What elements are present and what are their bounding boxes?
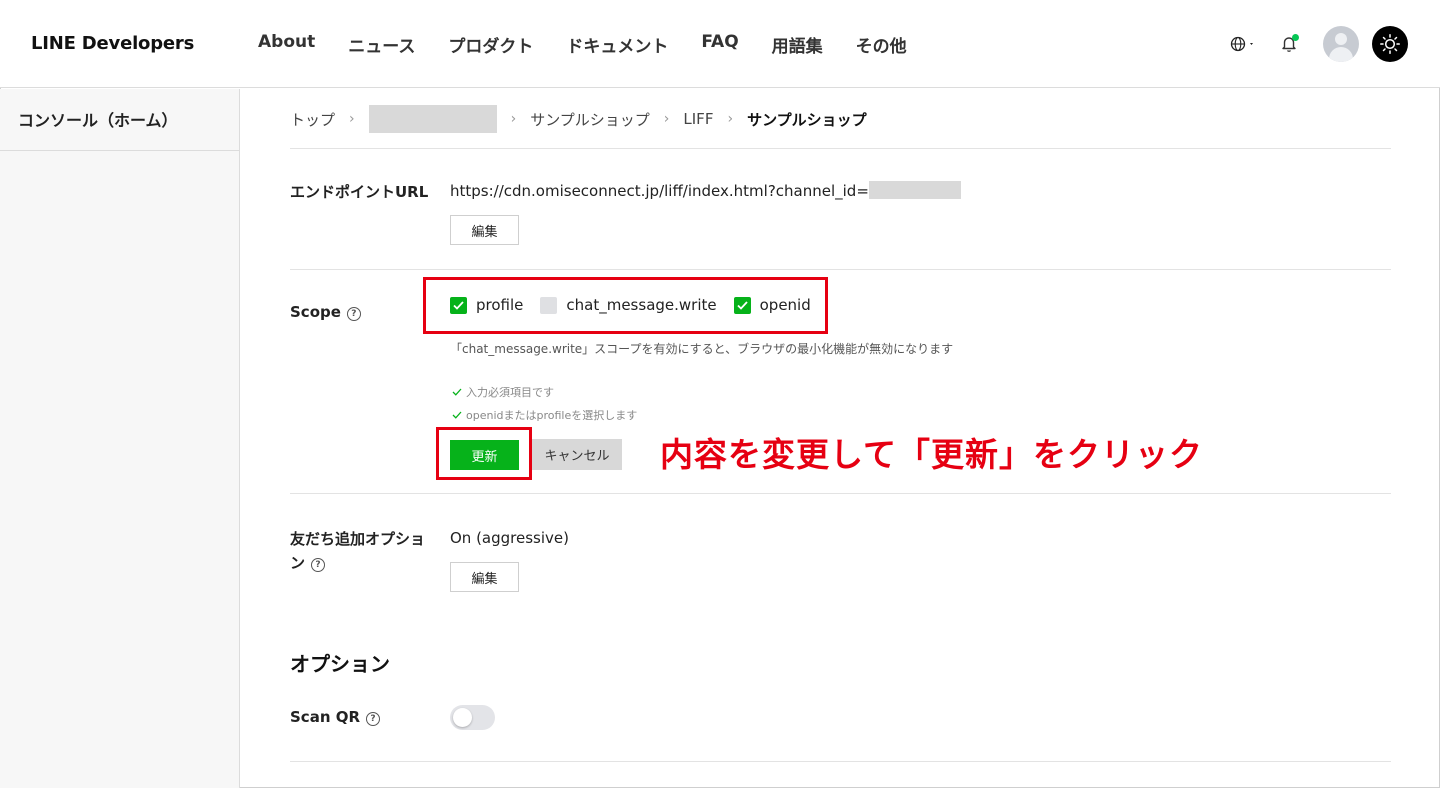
chevron-right-icon: › — [510, 111, 517, 127]
breadcrumb-current: サンプルショップ — [747, 110, 867, 129]
endpoint-edit-button[interactable]: 編集 — [450, 215, 519, 245]
cancel-button[interactable]: キャンセル — [532, 439, 622, 470]
breadcrumb-channel[interactable]: サンプルショップ — [530, 109, 650, 130]
endpoint-url-value: https://cdn.omiseconnect.jp/liff/index.h… — [450, 181, 961, 200]
scope-note: 「chat_message.write」スコープを有効にすると、ブラウザの最小化… — [450, 342, 954, 356]
chevron-right-icon: › — [727, 111, 734, 127]
scan-qr-label: Scan QR? — [290, 708, 381, 726]
sun-icon — [1380, 34, 1400, 54]
notification-dot — [1292, 34, 1299, 41]
language-selector[interactable] — [1223, 26, 1263, 62]
validation-openid-profile: openidまたはprofileを選択します — [452, 407, 637, 423]
divider — [290, 493, 1391, 494]
nav-news[interactable]: ニュース — [348, 32, 415, 57]
breadcrumb-top[interactable]: トップ — [290, 109, 335, 130]
check-icon — [452, 411, 462, 419]
nav-faq[interactable]: FAQ — [701, 32, 738, 57]
scope-label-text: Scope — [290, 303, 341, 321]
friend-option-edit-button[interactable]: 編集 — [450, 562, 519, 592]
top-header: LINE Developers About ニュース プロダクト ドキュメント … — [0, 0, 1440, 88]
notifications-button[interactable] — [1277, 26, 1301, 62]
highlight-box-scope — [423, 277, 828, 334]
chevron-down-icon — [1250, 43, 1253, 45]
nav-more[interactable]: その他 — [856, 32, 907, 57]
nav-products[interactable]: プロダクト — [448, 32, 533, 57]
endpoint-url-label: エンドポイントURL — [290, 183, 429, 201]
channel-id-redacted — [868, 181, 961, 199]
validation-required: 入力必須項目です — [452, 384, 554, 400]
breadcrumb: トップ › › サンプルショップ › LIFF › サンプルショップ — [290, 103, 867, 135]
help-icon[interactable]: ? — [346, 307, 361, 321]
chevron-right-icon: › — [349, 111, 355, 127]
nav-about[interactable]: About — [258, 32, 315, 57]
divider — [290, 269, 1391, 270]
scope-label: Scope? — [290, 303, 361, 321]
breadcrumb-redacted[interactable] — [368, 105, 497, 133]
avatar[interactable] — [1323, 26, 1359, 62]
main-nav: About ニュース プロダクト ドキュメント FAQ 用語集 その他 — [258, 32, 940, 57]
friend-option-label: 友だち追加オプショ ン? — [290, 530, 426, 572]
nav-glossary[interactable]: 用語集 — [772, 32, 823, 57]
globe-icon — [1230, 36, 1253, 52]
divider — [290, 148, 1391, 149]
toggle-knob — [453, 708, 472, 727]
friend-option-value: On (aggressive) — [450, 529, 569, 547]
sidebar-item-console-home[interactable]: コンソール（ホーム） — [0, 89, 239, 151]
check-icon — [452, 388, 462, 396]
sidebar: コンソール（ホーム） — [0, 89, 240, 788]
help-icon[interactable]: ? — [366, 712, 381, 726]
divider — [290, 761, 1391, 762]
highlight-box-update — [436, 427, 532, 480]
header-actions — [1223, 26, 1408, 62]
scan-qr-toggle[interactable] — [450, 705, 495, 730]
endpoint-url-text: https://cdn.omiseconnect.jp/liff/index.h… — [450, 182, 869, 200]
site-logo[interactable]: LINE Developers — [31, 33, 194, 54]
options-section-title: オプション — [290, 652, 390, 676]
annotation-text: 内容を変更して「更新」をクリック — [660, 435, 1204, 474]
chevron-right-icon: › — [663, 111, 670, 127]
breadcrumb-liff[interactable]: LIFF — [683, 110, 713, 128]
nav-documents[interactable]: ドキュメント — [566, 32, 668, 57]
theme-toggle-button[interactable] — [1372, 26, 1408, 62]
help-icon[interactable]: ? — [311, 558, 326, 572]
